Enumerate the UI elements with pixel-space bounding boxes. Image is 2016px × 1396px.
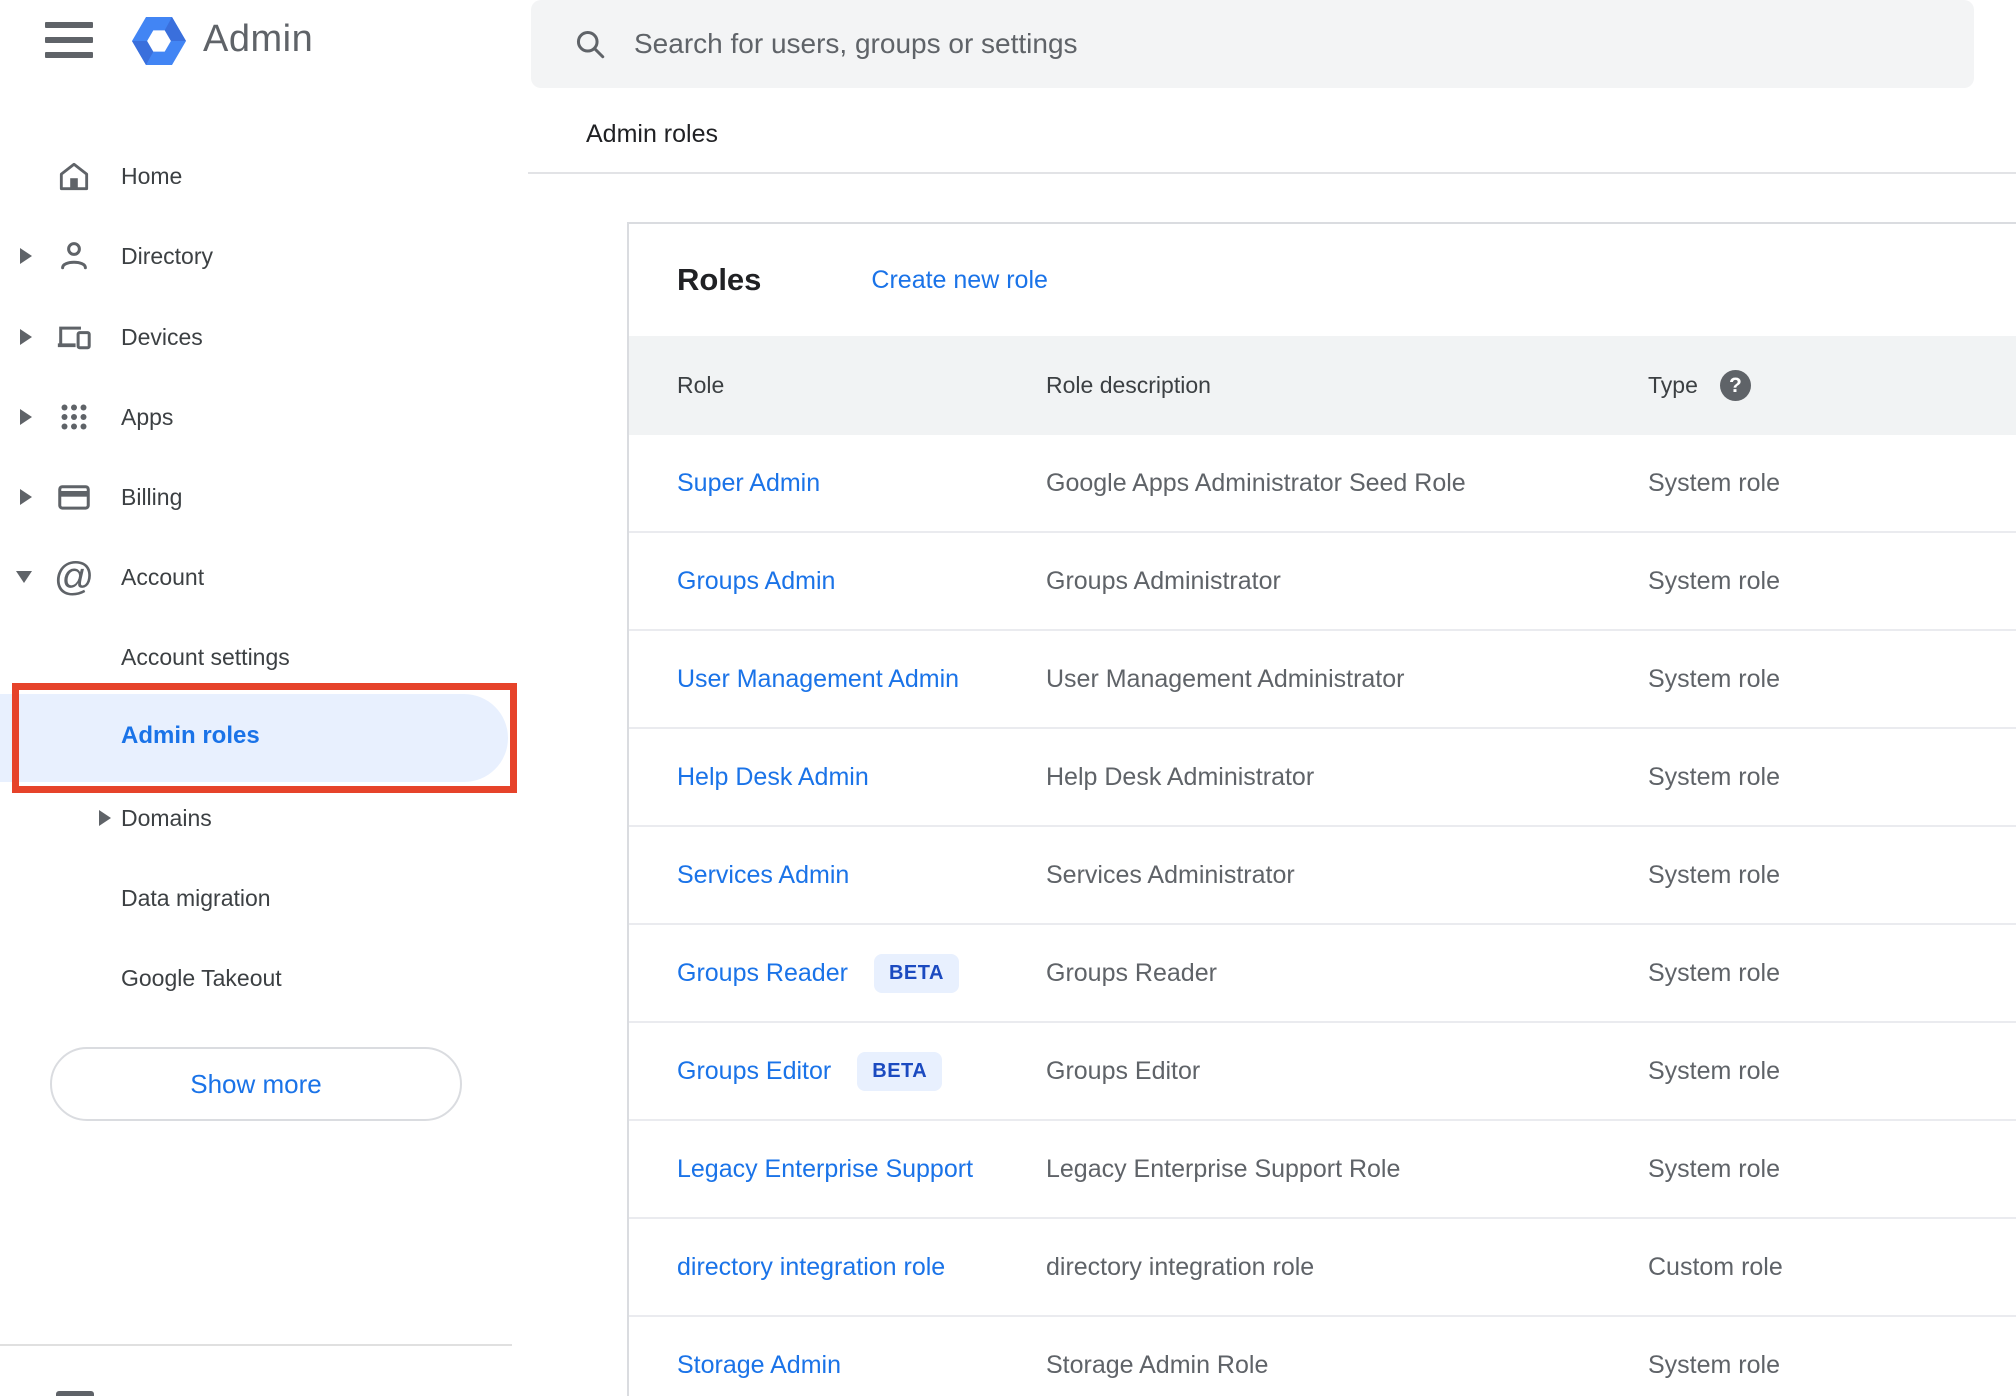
role-description: Groups Reader	[1046, 958, 1217, 987]
role-description: Storage Admin Role	[1046, 1350, 1269, 1379]
role-type: System role	[1648, 566, 1780, 595]
sidebar-item-data-migration[interactable]: Data migration	[0, 870, 514, 926]
home-icon	[55, 157, 93, 195]
role-link[interactable]: Storage Admin	[677, 1351, 841, 1380]
sidebar-item-apps[interactable]: Apps	[0, 389, 514, 445]
clipped-bottom-icon	[56, 1391, 94, 1396]
devices-icon	[55, 318, 93, 356]
sidebar-item-account-settings[interactable]: Account settings	[0, 629, 514, 685]
role-type: System role	[1648, 1350, 1780, 1379]
role-type: System role	[1648, 860, 1780, 889]
admin-logo-icon	[127, 9, 191, 73]
sidebar-item-directory[interactable]: Directory	[0, 228, 514, 284]
role-link[interactable]: Super Admin	[677, 469, 820, 498]
chevron-right-icon[interactable]	[20, 409, 32, 425]
role-description: Google Apps Administrator Seed Role	[1046, 468, 1466, 497]
role-type: Custom role	[1648, 1252, 1783, 1281]
sidebar-item-account[interactable]: @ Account	[0, 549, 514, 605]
role-type: System role	[1648, 1154, 1780, 1183]
at-sign-icon: @	[53, 555, 95, 599]
sidebar-item-label: Devices	[121, 323, 203, 350]
person-icon	[55, 237, 93, 275]
chevron-right-icon[interactable]	[20, 248, 32, 264]
search-icon	[576, 30, 605, 59]
app-title: Admin	[203, 18, 314, 60]
table-row: directory integration role directory int…	[629, 1219, 2016, 1317]
role-description: User Management Administrator	[1046, 664, 1405, 693]
sidebar-item-label: Account settings	[121, 643, 290, 670]
table-row: Services Admin Services Administrator Sy…	[629, 827, 2016, 925]
table-row: Groups Editor BETA Groups Editor System …	[629, 1023, 2016, 1121]
breadcrumb-divider	[528, 172, 2016, 174]
sidebar-item-admin-roles[interactable]: Admin roles	[121, 722, 260, 750]
role-description: Help Desk Administrator	[1046, 762, 1315, 791]
create-new-role-link[interactable]: Create new role	[871, 266, 1047, 295]
role-link[interactable]: User Management Admin	[677, 665, 959, 694]
sidebar-item-label: Billing	[121, 483, 183, 510]
table-row: Super Admin Google Apps Administrator Se…	[629, 435, 2016, 533]
role-description: Services Administrator	[1046, 860, 1295, 889]
sidebar-item-label: Domains	[121, 804, 212, 831]
sidebar-item-home[interactable]: Home	[0, 148, 514, 204]
table-row: User Management Admin User Management Ad…	[629, 631, 2016, 729]
column-header-type: Type ?	[1648, 336, 1751, 435]
sidebar-item-label: Directory	[121, 242, 214, 269]
chevron-right-icon[interactable]	[20, 489, 32, 505]
sidebar-item-domains[interactable]: Domains	[0, 790, 514, 846]
sidebar-item-devices[interactable]: Devices	[0, 309, 514, 365]
show-more-label: Show more	[190, 1068, 322, 1099]
roles-card-header: Roles Create new role	[629, 224, 2016, 336]
table-row: Help Desk Admin Help Desk Administrator …	[629, 729, 2016, 827]
beta-badge: BETA	[873, 953, 959, 993]
column-header-type-label: Type	[1648, 372, 1698, 398]
role-type: System role	[1648, 468, 1780, 497]
role-link[interactable]: Services Admin	[677, 861, 849, 890]
search-bar[interactable]: Search for users, groups or settings	[531, 0, 1974, 88]
table-row: Legacy Enterprise Support Legacy Enterpr…	[629, 1121, 2016, 1219]
table-row: Groups Admin Groups Administrator System…	[629, 533, 2016, 631]
role-link[interactable]: directory integration role	[677, 1253, 945, 1282]
roles-card: Roles Create new role Role Role descript…	[627, 222, 2016, 1396]
chevron-right-icon[interactable]	[99, 810, 111, 826]
sidebar-item-label: Account	[121, 563, 205, 590]
sidebar-item-label: Home	[121, 162, 183, 189]
beta-badge: BETA	[857, 1051, 943, 1091]
sidebar-item-label: Data migration	[121, 884, 271, 911]
role-type: System role	[1648, 664, 1780, 693]
search-input[interactable]: Search for users, groups or settings	[634, 28, 1078, 60]
role-link[interactable]: Groups Editor	[677, 1057, 831, 1086]
role-link[interactable]: Help Desk Admin	[677, 763, 869, 792]
role-description: Legacy Enterprise Support Role	[1046, 1154, 1401, 1183]
roles-table-body: Super Admin Google Apps Administrator Se…	[629, 435, 2016, 1396]
table-row: Groups Reader BETA Groups Reader System …	[629, 925, 2016, 1023]
breadcrumb: Admin roles	[586, 120, 718, 148]
role-type: System role	[1648, 1056, 1780, 1085]
column-header-role: Role	[677, 372, 725, 398]
role-link[interactable]: Legacy Enterprise Support	[677, 1155, 973, 1184]
role-description: Groups Editor	[1046, 1056, 1201, 1085]
panel-title: Roles	[677, 262, 762, 297]
column-header-description: Role description	[1046, 372, 1211, 398]
role-description: directory integration role	[1046, 1252, 1315, 1281]
chevron-down-icon[interactable]	[16, 571, 32, 583]
sidebar-divider	[0, 1344, 512, 1346]
sidebar-item-label: Google Takeout	[121, 964, 282, 991]
sidebar-item-google-takeout[interactable]: Google Takeout	[0, 950, 514, 1006]
role-type: System role	[1648, 958, 1780, 987]
table-header-row: Role Role description Type ?	[629, 336, 2016, 435]
hamburger-menu-icon[interactable]	[45, 22, 93, 59]
credit-card-icon	[55, 478, 93, 516]
show-more-button[interactable]: Show more	[50, 1047, 462, 1121]
help-icon[interactable]: ?	[1719, 370, 1751, 401]
table-row: Storage Admin Storage Admin Role System …	[629, 1317, 2016, 1396]
role-type: System role	[1648, 762, 1780, 791]
sidebar-item-billing[interactable]: Billing	[0, 469, 514, 525]
sidebar-item-label: Apps	[121, 403, 174, 430]
google-admin-console: Admin Search for users, groups or settin…	[0, 0, 2016, 1396]
role-link[interactable]: Groups Reader	[677, 959, 848, 988]
role-description: Groups Administrator	[1046, 566, 1281, 595]
role-link[interactable]: Groups Admin	[677, 567, 835, 596]
chevron-right-icon[interactable]	[20, 329, 32, 345]
apps-grid-icon	[55, 398, 93, 436]
